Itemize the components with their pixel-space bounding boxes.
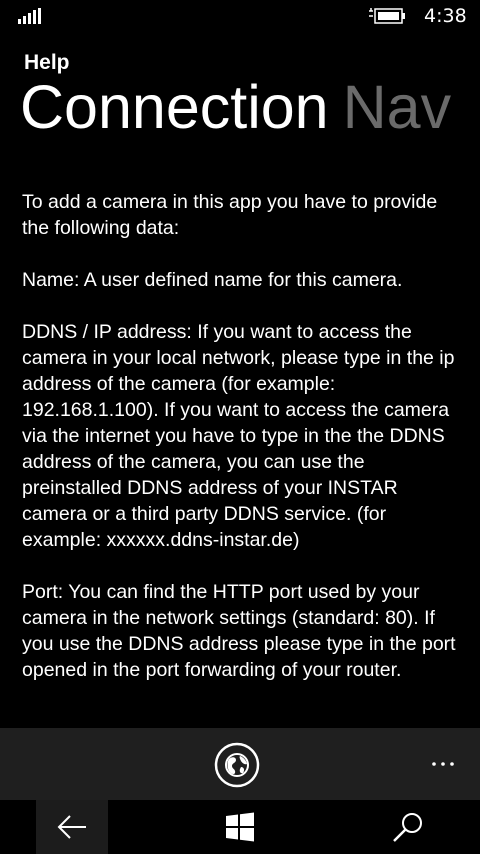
search-icon: [393, 813, 422, 842]
more-options-button[interactable]: [420, 750, 468, 778]
windows-logo-icon: [226, 812, 254, 842]
back-arrow-icon: [57, 815, 86, 839]
battery-charging-icon: [369, 8, 405, 24]
home-button[interactable]: [204, 800, 276, 854]
help-paragraph-ddns: DDNS / IP address: If you want to access…: [22, 321, 455, 551]
more-ellipsis-icon: [432, 762, 454, 766]
pivot-header: Connection Nav: [20, 70, 480, 144]
back-button[interactable]: [36, 800, 108, 854]
help-paragraph-name: Name: A user defined name for this camer…: [22, 269, 403, 291]
status-clock: 4:38: [424, 5, 467, 27]
pivot-item-connection[interactable]: Connection: [20, 73, 329, 141]
globe-icon: [214, 742, 260, 788]
help-paragraph-port: Port: You can find the HTTP port used by…: [22, 581, 456, 681]
search-button[interactable]: [372, 800, 444, 854]
navigation-bar: [0, 800, 480, 854]
globe-button[interactable]: [214, 742, 260, 788]
help-content: To add a camera in this app you have to …: [22, 189, 462, 709]
app-bar: [0, 728, 480, 800]
help-paragraph-intro: To add a camera in this app you have to …: [22, 191, 438, 239]
status-bar: 4:38: [0, 0, 480, 32]
pivot-item-nav[interactable]: Nav: [343, 73, 451, 141]
signal-strength-icon: [18, 8, 41, 24]
